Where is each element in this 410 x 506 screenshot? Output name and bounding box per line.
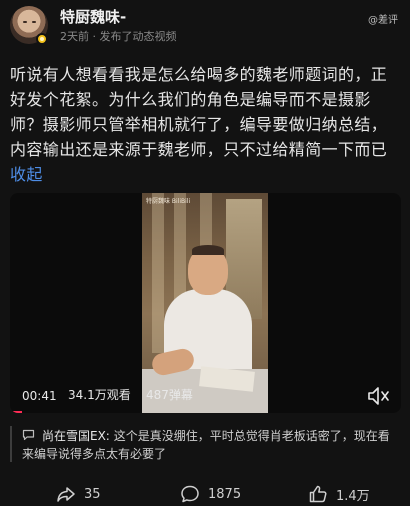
comment-button[interactable]: 1875: [180, 484, 241, 504]
like-count: 1.4万: [336, 488, 370, 504]
author-name[interactable]: 特厨魏味-: [60, 6, 126, 27]
corner-tag: @差评: [368, 15, 398, 26]
share-count: 35: [84, 486, 101, 502]
avatar-eye: [23, 21, 27, 23]
comment-count: 1875: [208, 486, 242, 502]
action-bar: 35 1875 1.4万: [0, 480, 410, 506]
video-watermark: 特厨魏味 BiliBili: [146, 198, 191, 205]
comment-icon: [181, 485, 199, 503]
wall-panel: [152, 193, 164, 353]
mute-icon[interactable]: [367, 385, 391, 407]
video-player[interactable]: 特厨魏味 BiliBili 00:41 34.1万观看 487弹幕: [10, 193, 401, 413]
featured-comment[interactable]: 尚在雪国EX: 这个是真没绷住，平时总觉得肖老板话密了，现在看来编导说得多点太有…: [10, 424, 402, 468]
person-hair: [192, 245, 224, 255]
post-header: 特厨魏味- 2天前 · 发布了动态视频 @差评: [0, 0, 410, 52]
comment-text: 尚在雪国EX: 这个是真没绷住，平时总觉得肖老板话密了，现在看来编导说得多点太有…: [22, 427, 394, 463]
meta-separator: ·: [92, 30, 97, 43]
video-duration: 00:41: [22, 389, 57, 403]
post-time: 2天前: [60, 30, 89, 43]
post-body: 听说有人想看看我是怎么给喝多的魏老师题词的，正好发个花絮。为什么我们的角色是编导…: [10, 65, 388, 159]
video-controls: 00:41 34.1万观看 487弹幕: [10, 383, 401, 413]
share-icon: [57, 487, 75, 502]
like-button[interactable]: 1.4万: [308, 484, 370, 504]
post-meta: 2天前 · 发布了动态视频: [60, 28, 177, 44]
video-progress-bar[interactable]: [10, 411, 22, 413]
video-frame: 特厨魏味 BiliBili: [142, 193, 268, 413]
video-views: 34.1万观看: [68, 388, 131, 402]
post-action: 发布了动态视频: [99, 30, 177, 43]
verified-badge-icon: [36, 33, 48, 45]
video-danmaku: 487弹幕: [146, 388, 193, 402]
share-button[interactable]: 35: [56, 484, 101, 504]
comment-quote-bar: [10, 426, 12, 462]
comment-user[interactable]: 尚在雪国EX:: [42, 429, 110, 443]
thumbs-up-icon: [309, 485, 327, 503]
post-text: 听说有人想看看我是怎么给喝多的魏老师题词的，正好发个花絮。为什么我们的角色是编导…: [10, 62, 402, 187]
collapse-link[interactable]: 收起: [10, 165, 43, 184]
avatar-eye: [32, 21, 36, 23]
